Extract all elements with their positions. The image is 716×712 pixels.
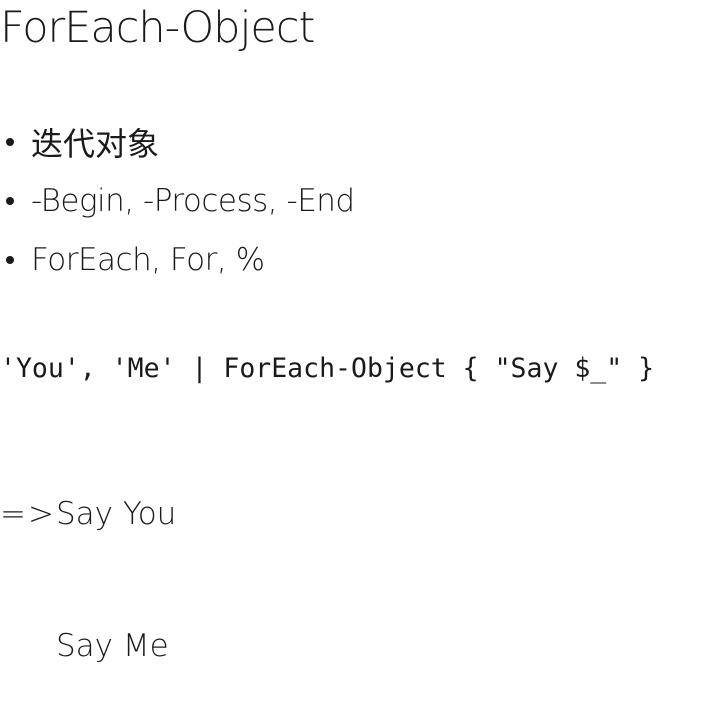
result-line: Say Me [0,624,176,668]
bullet-item: 迭代对象 [0,112,355,171]
bullet-item: ForEach, For, % [0,230,355,289]
result-arrow: => [0,496,56,532]
bullet-text: ForEach, For, % [31,241,265,278]
result-output: =>Say You Say Me [0,404,176,712]
bullet-dot-icon [6,137,14,146]
code-example: 'You', 'Me' | ForEach-Object { "Say $_" … [0,353,655,384]
bullet-dot-icon [6,255,14,264]
result-line: =>Say You [0,492,176,536]
result-text: Say Me [56,628,169,664]
bullet-text: -Begin, -Process, -End [31,182,355,219]
result-text: Say You [56,496,177,532]
bullet-text: 迭代对象 [31,124,160,163]
slide-title: ForEach-Object [0,3,315,53]
bullet-item: -Begin, -Process, -End [0,171,355,230]
bullet-list: 迭代对象 -Begin, -Process, -End ForEach, For… [0,112,355,289]
bullet-dot-icon [6,196,14,205]
